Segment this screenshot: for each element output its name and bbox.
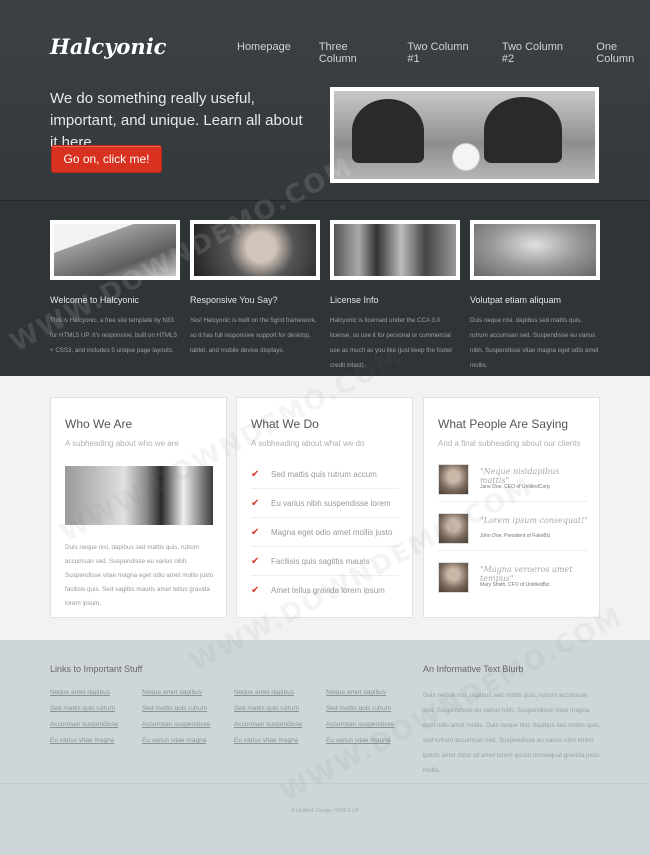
footer-link[interactable]: Sed mattis quis rutrum	[50, 705, 142, 712]
list-item: ✔ Eu varius nibh suspendisse lorem	[251, 489, 399, 518]
main-nav: Homepage Three Column Two Column #1 Two …	[237, 41, 650, 65]
list-item: ✔ Amet tellus gravida lorem ipsum	[251, 576, 399, 605]
footer-link[interactable]: Accumsan suspendisse	[50, 721, 142, 728]
who-we-are-box: Who We Are A subheading about who we are…	[50, 397, 227, 618]
team-photo	[65, 466, 213, 525]
box-subtitle: A subheading about what we do	[251, 439, 365, 448]
footer-link[interactable]: Eu varius vitae magna	[142, 737, 234, 744]
feature-title: License Info	[330, 295, 379, 305]
footer-link[interactable]: Neque amet dapibus	[326, 689, 418, 696]
footer-link[interactable]: Sed mattis quis rutrum	[142, 705, 234, 712]
testimonial: "Neque nisidapibus mattis" Jane Doe, CEO…	[438, 460, 588, 502]
testimonial-author: Mary Smith, CFO of UntitledBiz	[480, 582, 550, 588]
list-item: ✔ Facilisis quis sagittis mauris	[251, 547, 399, 576]
footer-link[interactable]: Neque amet dapibus	[234, 689, 326, 696]
box-title: What People Are Saying	[438, 417, 569, 431]
feature-text: Duis neque nisi, dapibus sed mattis quis…	[470, 317, 599, 369]
thumb-water-drop[interactable]	[470, 220, 600, 280]
footer-link[interactable]: Neque amet dapibus	[50, 689, 142, 696]
testimonial-quote: "Neque nisidapibus mattis"	[480, 467, 560, 485]
list-item: ✔ Sed mattis quis rutrum accum	[251, 460, 399, 489]
footer-link[interactable]: Eu varius vitae magna	[326, 737, 418, 744]
nav-homepage[interactable]: Homepage	[237, 41, 291, 65]
testimonial-author: John Doe, President of FakeBiz	[480, 533, 551, 539]
box-title: What We Do	[251, 417, 319, 431]
footer-link[interactable]: Accumsan suspendisse	[326, 721, 418, 728]
footer-divider	[0, 783, 650, 784]
avatar	[438, 562, 469, 593]
feature-license: License Info Halcyonic is licensed under…	[330, 295, 460, 373]
box-title: Who We Are	[65, 417, 133, 431]
footer-links: Neque amet dapibus Neque amet dapibus Ne…	[50, 689, 418, 744]
helmet-right-image	[484, 97, 562, 163]
thumb-city-street[interactable]	[330, 220, 460, 280]
thumb-building[interactable]	[50, 220, 180, 280]
avatar	[438, 464, 469, 495]
feature-title: Welcome to Halcyonic	[50, 295, 139, 305]
footer-link[interactable]: Sed mattis quis rutrum	[234, 705, 326, 712]
feature-thumbnails	[50, 220, 600, 280]
feature-responsive: Responsive You Say? Yes! Halcyonic is bu…	[190, 295, 320, 358]
footer-link[interactable]: Neque amet dapibus	[142, 689, 234, 696]
footer-link[interactable]: Eu varius vitae magna	[50, 737, 142, 744]
feature-text: Yes! Halcyonic is built on the 5grid fra…	[190, 317, 317, 354]
thumb-man-headset[interactable]	[190, 220, 320, 280]
nav-one-column[interactable]: One Column	[596, 41, 650, 65]
footer-links-title: Links to Important Stuff	[50, 664, 143, 674]
hero-image	[330, 87, 599, 183]
footer-link[interactable]: Accumsan suspendisse	[234, 721, 326, 728]
box-subtitle: And a final subheading about our clients	[438, 439, 581, 448]
feature-title: Responsive You Say?	[190, 295, 278, 305]
testimonial-quote: "Magna veroeros amet tempus"	[480, 565, 573, 583]
feature-title: Volutpat etiam aliquam	[470, 295, 562, 305]
copyright: © Untitled. Design: HTML5 UP	[291, 808, 359, 814]
check-icon: ✔	[251, 585, 260, 596]
baseball-image	[452, 143, 480, 171]
checklist: ✔ Sed mattis quis rutrum accum ✔ Eu varius…	[251, 460, 399, 605]
what-we-do-box: What We Do A subheading about what we do…	[236, 397, 413, 618]
testimonial-author: Jane Doe, CEO of UntitledCorp	[480, 484, 550, 490]
footer-link[interactable]: Eu varius vitae magna	[234, 737, 326, 744]
nav-three-column[interactable]: Three Column	[319, 41, 380, 65]
check-icon: ✔	[251, 498, 260, 509]
testimonial: "Lorem ipsum consequat!" John Doe, Presi…	[438, 509, 588, 551]
feature-text: Halcyonic is licensed under the CCA 3.0 …	[330, 317, 453, 369]
testimonials-box: What People Are Saying And a final subhe…	[423, 397, 600, 618]
check-icon: ✔	[251, 527, 260, 538]
footer-blurb: Duis neque nisi, dapibus sed mattis quis…	[423, 692, 601, 774]
footer-blurb-title: An Informative Text Blurb	[423, 664, 524, 674]
helmet-left-image	[352, 99, 424, 163]
box-subtitle: A subheading about who we are	[65, 439, 179, 448]
feature-text: This is Halcyonic, a free site template …	[50, 317, 177, 354]
site-logo[interactable]: Halcyonic	[50, 34, 166, 59]
feature-volutpat: Volutpat etiam aliquam Duis neque nisi, …	[470, 295, 600, 373]
who-text: Duis neque nisi, dapibus sed mattis quis…	[65, 544, 214, 607]
nav-two-column-2[interactable]: Two Column #2	[502, 41, 568, 65]
feature-welcome: Welcome to Halcyonic This is Halcyonic, …	[50, 295, 180, 358]
testimonial: "Magna veroeros amet tempus" Mary Smith,…	[438, 558, 588, 600]
list-item: ✔ Magna eget odio amet mollis justo	[251, 518, 399, 547]
check-icon: ✔	[251, 469, 260, 480]
avatar	[438, 513, 469, 544]
check-icon: ✔	[251, 556, 260, 567]
footer-link[interactable]: Accumsan suspendisse	[142, 721, 234, 728]
testimonial-quote: "Lorem ipsum consequat!"	[480, 516, 589, 525]
cta-button[interactable]: Go on, click me!	[51, 145, 162, 173]
nav-two-column-1[interactable]: Two Column #1	[407, 41, 473, 65]
footer-link[interactable]: Sed mattis quis rutrum	[326, 705, 418, 712]
